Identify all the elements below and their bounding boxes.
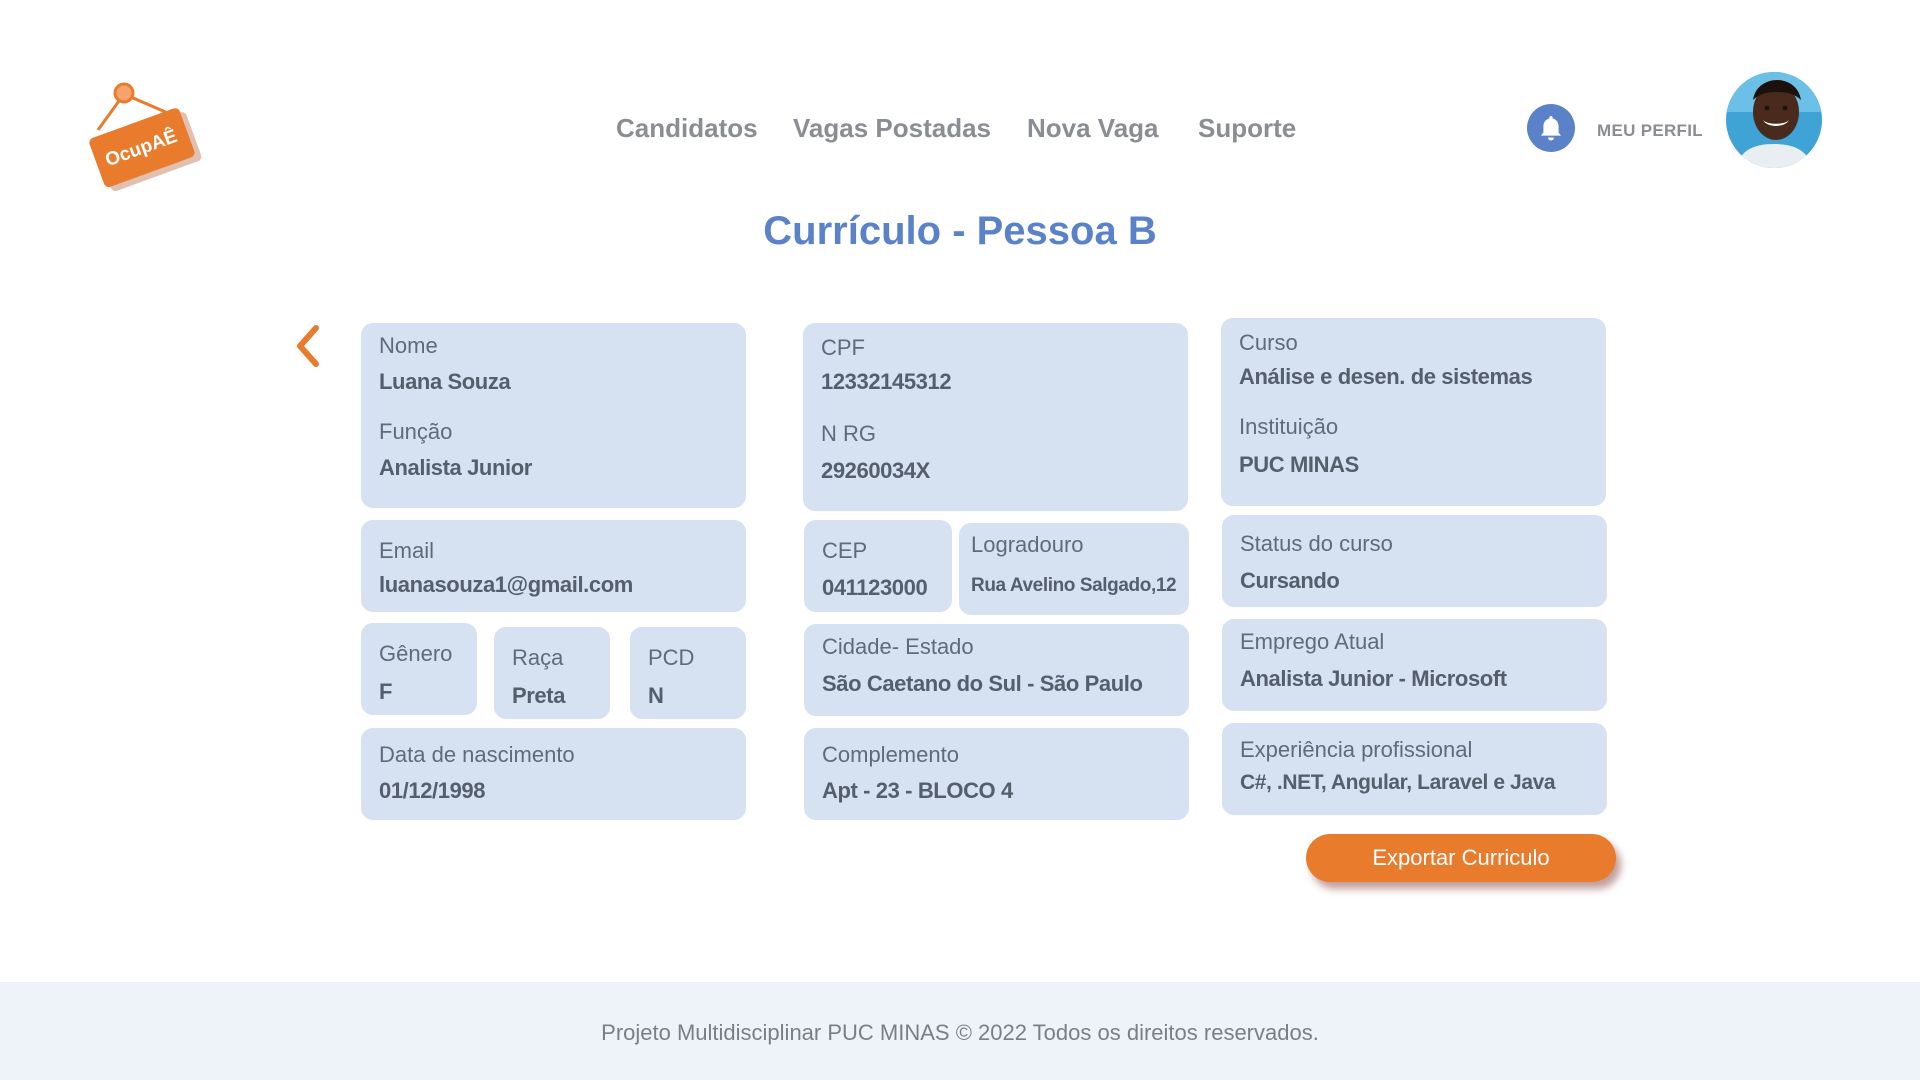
raca-label: Raça (512, 645, 564, 670)
meu-perfil-link[interactable]: MEU PERFIL (1597, 121, 1703, 141)
status-label: Status do curso (1240, 531, 1393, 556)
card-formacao: Curso Análise e desen. de sistemas Insti… (1221, 318, 1606, 506)
rg-label: N RG (821, 421, 876, 446)
cidade-value: São Caetano do Sul - São Paulo (822, 671, 1143, 696)
cpf-label: CPF (821, 335, 865, 360)
page-title: Currículo - Pessoa B (763, 209, 1157, 253)
card-complemento: Complemento Apt - 23 - BLOCO 4 (804, 728, 1189, 820)
nav-vagas-postadas[interactable]: Vagas Postadas (793, 113, 991, 144)
nome-value: Luana Souza (379, 369, 511, 394)
user-photo-icon (1726, 72, 1822, 168)
bell-icon (1541, 116, 1561, 141)
experiencia-value: C#, .NET, Angular, Laravel e Java (1240, 771, 1556, 794)
genero-value: F (379, 679, 393, 704)
funcao-value: Analista Junior (379, 455, 532, 480)
instituicao-value: PUC MINAS (1239, 452, 1359, 477)
cidade-label: Cidade- Estado (822, 634, 974, 659)
card-documentos: CPF 12332145312 N RG 29260034X (803, 323, 1188, 511)
email-label: Email (379, 538, 435, 563)
card-status-curso: Status do curso Cursando (1222, 515, 1607, 607)
card-cep: CEP 041123000 (804, 520, 952, 612)
pcd-value: N (648, 683, 664, 708)
footer-text: Projeto Multidisciplinar PUC MINAS © 202… (601, 1020, 1319, 1045)
nav-nova-vaga[interactable]: Nova Vaga (1027, 113, 1159, 144)
status-value: Cursando (1240, 568, 1340, 593)
card-pcd: PCD N (630, 627, 746, 719)
complemento-label: Complemento (822, 742, 959, 767)
curso-value: Análise e desen. de sistemas (1239, 364, 1533, 389)
nav-suporte[interactable]: Suporte (1198, 113, 1296, 144)
notifications-button[interactable] (1527, 104, 1575, 152)
funcao-label: Função (379, 419, 453, 444)
card-genero: Gênero F (361, 623, 477, 715)
genero-label: Gênero (379, 641, 453, 666)
cep-value: 041123000 (822, 575, 928, 600)
logradouro-value: Rua Avelino Salgado,12 (971, 575, 1177, 596)
card-nascimento: Data de nascimento 01/12/1998 (361, 728, 746, 820)
cpf-value: 12332145312 (821, 369, 952, 394)
chevron-left-icon (297, 325, 319, 367)
avatar[interactable] (1726, 72, 1822, 168)
nascimento-label: Data de nascimento (379, 742, 575, 767)
logradouro-label: Logradouro (971, 532, 1084, 557)
curso-label: Curso (1239, 330, 1298, 355)
card-nome-funcao: Nome Luana Souza Função Analista Junior (361, 323, 746, 508)
nav-candidatos[interactable]: Candidatos (616, 113, 758, 144)
instituicao-label: Instituição (1239, 414, 1339, 439)
footer: Projeto Multidisciplinar PUC MINAS © 202… (0, 982, 1920, 1080)
nome-label: Nome (379, 333, 438, 358)
email-value: luanasouza1@gmail.com (379, 572, 633, 597)
cep-label: CEP (822, 538, 868, 563)
pcd-label: PCD (648, 645, 695, 670)
experiencia-label: Experiência profissional (1240, 737, 1473, 762)
emprego-value: Analista Junior - Microsoft (1240, 666, 1507, 691)
card-email: Email luanasouza1@gmail.com (361, 520, 746, 612)
back-button[interactable] (290, 322, 326, 370)
export-curriculum-button[interactable]: Exportar Curriculo (1306, 834, 1616, 882)
complemento-value: Apt - 23 - BLOCO 4 (822, 778, 1013, 803)
emprego-label: Emprego Atual (1240, 629, 1385, 654)
card-raca: Raça Preta (494, 627, 610, 719)
card-logradouro: Logradouro Rua Avelino Salgado,12 (959, 523, 1189, 615)
rg-value: 29260034X (821, 458, 930, 483)
nascimento-value: 01/12/1998 (379, 778, 486, 803)
raca-value: Preta (512, 683, 566, 708)
card-emprego: Emprego Atual Analista Junior - Microsof… (1222, 619, 1607, 711)
card-experiencia: Experiência profissional C#, .NET, Angul… (1222, 723, 1607, 815)
card-cidade: Cidade- Estado São Caetano do Sul - São … (804, 624, 1189, 716)
